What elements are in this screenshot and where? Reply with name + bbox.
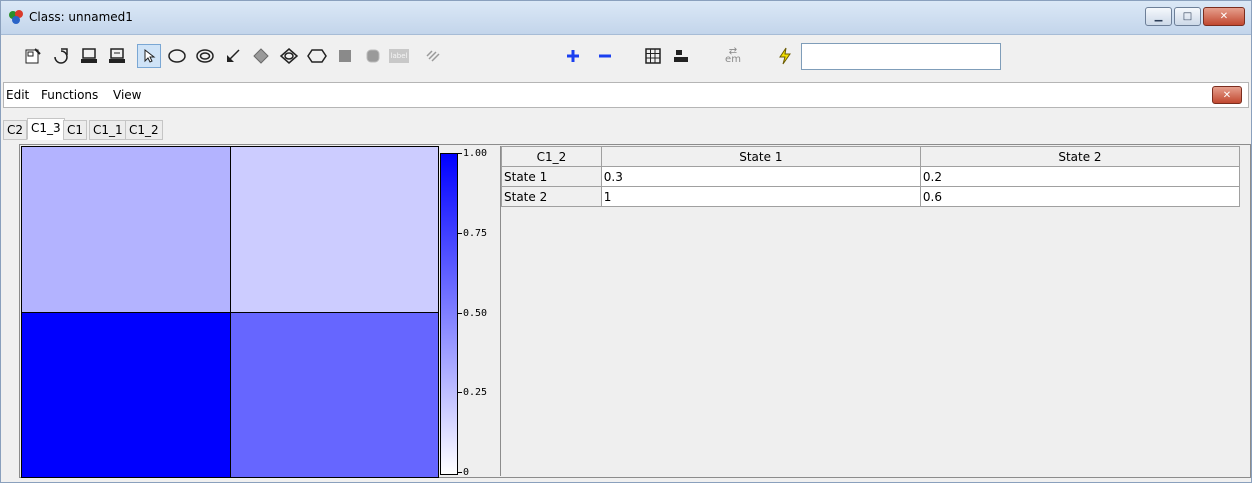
window-title: Class: unnamed1 <box>29 10 133 24</box>
double-ellipse-button[interactable] <box>193 44 217 68</box>
colorbar <box>440 153 458 475</box>
grid-view-button[interactable] <box>641 44 665 68</box>
toolbar: label ⇄ em <box>1 36 1251 78</box>
hexagon-icon <box>307 49 327 63</box>
hexagon-button[interactable] <box>305 44 329 68</box>
close-icon: ✕ <box>1219 11 1229 22</box>
probability-heatmap <box>21 146 439 478</box>
maximize-icon: □ <box>1182 11 1193 22</box>
lightning-icon <box>779 47 791 65</box>
tab-c1[interactable]: C1 <box>63 120 88 140</box>
diamond-icon <box>253 48 269 64</box>
properties-icon <box>25 48 41 64</box>
inner-close-button[interactable]: ✕ <box>1212 86 1242 104</box>
network-icon <box>109 48 125 63</box>
table-row: State 2 1 0.6 <box>501 186 1241 207</box>
arrow-button[interactable] <box>221 44 245 68</box>
label-button[interactable]: label <box>387 44 411 68</box>
minimize-button[interactable]: ▁ <box>1145 7 1172 26</box>
heatmap-cell <box>230 312 439 478</box>
colorbar-tick: 0.25 <box>458 387 487 398</box>
tab-c2[interactable]: C2 <box>3 120 28 140</box>
open-button[interactable] <box>49 44 73 68</box>
remove-button[interactable] <box>593 44 617 68</box>
maximize-button[interactable]: □ <box>1174 7 1201 26</box>
wave-icon <box>426 50 440 62</box>
label-icon: label <box>389 49 409 63</box>
colorbar-tick: 0 <box>458 467 469 478</box>
wave-button[interactable] <box>421 44 445 68</box>
table-cell[interactable]: 1 <box>600 186 921 207</box>
menu-functions[interactable]: Functions <box>41 88 98 102</box>
rounded-square-button[interactable] <box>361 44 385 68</box>
minimize-icon: ▁ <box>1154 11 1163 22</box>
em-icon: ⇄ em <box>725 46 741 65</box>
column-header: State 2 <box>919 146 1241 167</box>
heatmap-cell <box>21 312 231 478</box>
table-view-button[interactable] <box>669 44 693 68</box>
em-button[interactable]: ⇄ em <box>721 44 745 68</box>
close-icon: ✕ <box>1222 89 1232 101</box>
square-icon <box>339 50 351 62</box>
properties-button[interactable] <box>21 44 45 68</box>
table-corner-header: C1_2 <box>501 146 602 167</box>
colorbar-tick: 0.75 <box>458 228 487 239</box>
table-cell[interactable]: 0.3 <box>600 166 921 187</box>
table-cell[interactable]: 0.2 <box>919 166 1241 187</box>
add-button[interactable] <box>561 44 585 68</box>
colorbar-tick: 0.50 <box>458 308 487 319</box>
table-icon <box>674 50 688 62</box>
double-ellipse-icon <box>196 49 214 63</box>
lightning-button[interactable] <box>773 44 797 68</box>
cpt-table: C1_2 State 1 State 2 State 1 0.3 0.2 Sta… <box>501 146 1241 207</box>
row-header: State 2 <box>501 186 602 207</box>
table-header-row: C1_2 State 1 State 2 <box>501 146 1241 167</box>
menu-edit[interactable]: Edit <box>6 88 29 102</box>
tab-c1-3[interactable]: C1_3 <box>27 118 65 140</box>
pointer-icon <box>144 48 156 63</box>
open-icon <box>54 48 68 64</box>
network-button[interactable] <box>105 44 129 68</box>
toolbar-text-input[interactable] <box>801 43 1001 70</box>
heatmap-cell <box>230 146 439 313</box>
ellipse-button[interactable] <box>165 44 189 68</box>
tab-c1-2[interactable]: C1_2 <box>125 120 163 140</box>
title-bar: Class: unnamed1 ▁ □ ✕ <box>1 1 1251 35</box>
pointer-button[interactable] <box>137 44 161 68</box>
table-cell[interactable]: 0.6 <box>919 186 1241 207</box>
square-button[interactable] <box>333 44 357 68</box>
app-icon <box>9 10 23 24</box>
tab-c1-1[interactable]: C1_1 <box>89 120 127 140</box>
close-button[interactable]: ✕ <box>1203 7 1245 26</box>
cpt-table-area: C1_2 State 1 State 2 State 1 0.3 0.2 Sta… <box>500 146 1241 476</box>
arrow-icon <box>227 49 240 62</box>
diamond-button[interactable] <box>249 44 273 68</box>
menu-view[interactable]: View <box>113 88 141 102</box>
grid-icon <box>645 48 661 64</box>
row-header: State 1 <box>501 166 602 187</box>
plus-icon <box>567 50 579 62</box>
heatmap-cell <box>21 146 231 313</box>
double-diamond-button[interactable] <box>277 44 301 68</box>
computer-icon <box>81 48 97 63</box>
column-header: State 1 <box>600 146 921 167</box>
minus-icon <box>599 54 611 58</box>
computer-button[interactable] <box>77 44 101 68</box>
colorbar-tick: 1.00 <box>458 148 487 159</box>
app-window: Class: unnamed1 ▁ □ ✕ label ⇄ em Edit Fu… <box>0 0 1252 483</box>
ellipse-icon <box>168 49 186 63</box>
rounded-square-icon <box>366 49 380 63</box>
double-diamond-icon <box>279 48 299 64</box>
menu-bar: Edit Functions View ✕ <box>3 82 1249 108</box>
table-row: State 1 0.3 0.2 <box>501 166 1241 187</box>
content-panel: 1.00 0.75 0.50 0.25 0 C1_2 State 1 State… <box>19 144 1251 478</box>
